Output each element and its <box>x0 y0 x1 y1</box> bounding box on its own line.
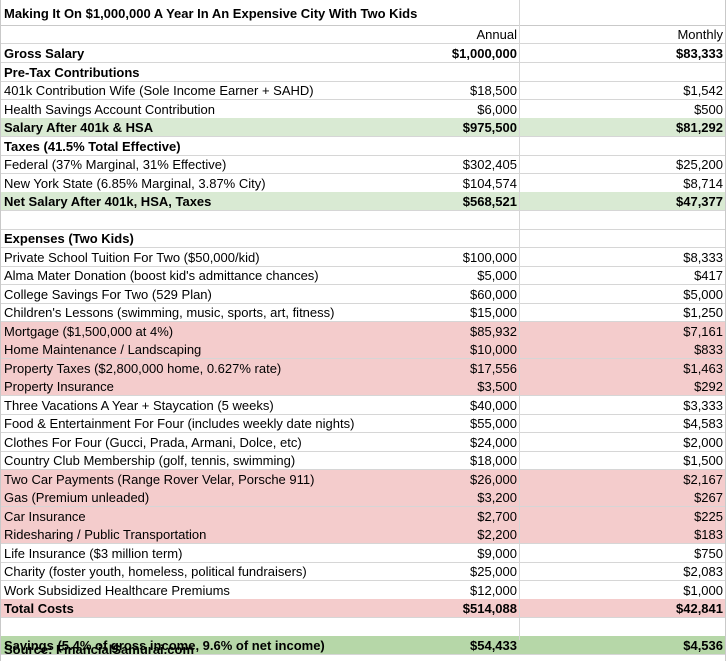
monthly-value: $1,542 <box>683 82 723 98</box>
table-row: Clothes For Four (Gucci, Prada, Armani, … <box>0 433 726 452</box>
table-row: Health Savings Account Contribution $6,00… <box>0 100 726 119</box>
table-row: Gross Salary $1,000,000 $83,333 <box>0 44 726 63</box>
row-label: Taxes (41.5% Total Effective) <box>4 138 181 154</box>
table-row: Food & Entertainment For Four (includes … <box>0 414 726 433</box>
monthly-value: $47,377 <box>676 193 723 209</box>
monthly-value: $7,161 <box>683 323 723 339</box>
table-row: Mortgage ($1,500,000 at 4%) $85,932 $7,161 <box>0 322 726 341</box>
annual-value: $1,000,000 <box>451 45 517 61</box>
annual-value: $24,000 <box>470 434 517 450</box>
row-label: Pre-Tax Contributions <box>4 64 140 80</box>
monthly-value: $267 <box>694 489 723 505</box>
monthly-value: $500 <box>694 101 723 117</box>
monthly-value: $4,536 <box>683 637 723 653</box>
table-row: Three Vacations A Year + Staycation (5 w… <box>0 396 726 415</box>
table-row: Federal (37% Marginal, 31% Effective) $30… <box>0 155 726 174</box>
monthly-value: $183 <box>694 526 723 542</box>
annual-value: $10,000 <box>470 341 517 357</box>
monthly-value: $750 <box>694 545 723 561</box>
annual-value: $60,000 <box>470 286 517 302</box>
header-row: Annual Monthly <box>0 26 726 44</box>
title-row: Making It On $1,000,000 A Year In An Exp… <box>0 0 726 26</box>
table-row: Life Insurance ($3 million term) $9,000 $7… <box>0 544 726 563</box>
table-row <box>0 618 726 637</box>
monthly-value: $2,083 <box>683 563 723 579</box>
annual-value: $12,000 <box>470 582 517 598</box>
annual-value: $2,200 <box>477 526 517 542</box>
monthly-value: $2,167 <box>683 471 723 487</box>
table-row: Children's Lessons (swimming, music, spo… <box>0 303 726 322</box>
annual-value: $25,000 <box>470 563 517 579</box>
monthly-value: $81,292 <box>676 119 723 135</box>
monthly-value: $25,200 <box>676 156 723 172</box>
annual-value: $15,000 <box>470 304 517 320</box>
annual-value: $17,556 <box>470 360 517 376</box>
table-row: Salary After 401k & HSA $975,500 $81,292 <box>0 118 726 137</box>
annual-value: $514,088 <box>462 600 517 616</box>
annual-value: $568,521 <box>462 193 517 209</box>
monthly-value: $8,714 <box>683 175 723 191</box>
table-row <box>0 211 726 230</box>
table-row: College Savings For Two (529 Plan) $60,00… <box>0 285 726 304</box>
table-row: Private School Tuition For Two ($50,000/… <box>0 248 726 267</box>
monthly-value: $1,500 <box>683 452 723 468</box>
monthly-value: $42,841 <box>676 600 723 616</box>
monthly-value: $2,000 <box>683 434 723 450</box>
table-row: Total Costs $514,088 $42,841 <box>0 599 726 618</box>
annual-value: $18,000 <box>470 452 517 468</box>
table-row: Ridesharing / Public Transportation $2,20… <box>0 525 726 544</box>
annual-value: $5,000 <box>477 267 517 283</box>
monthly-value: $3,333 <box>683 397 723 413</box>
annual-value: $9,000 <box>477 545 517 561</box>
annual-value: $104,574 <box>462 175 517 191</box>
header-annual: Annual <box>476 27 517 42</box>
monthly-value: $1,000 <box>683 582 723 598</box>
column-divider <box>519 0 520 640</box>
table-row: Property Insurance $3,500 $292 <box>0 377 726 396</box>
annual-value: $6,000 <box>477 101 517 117</box>
header-monthly: Monthly <box>677 27 723 42</box>
annual-value: $18,500 <box>470 82 517 98</box>
sheet-title: Making It On $1,000,000 A Year In An Exp… <box>4 6 418 21</box>
table-row: Expenses (Two Kids) <box>0 229 726 248</box>
table-row: Charity (foster youth, homeless, politic… <box>0 562 726 581</box>
monthly-value: $4,583 <box>683 415 723 431</box>
row-label: Expenses (Two Kids) <box>4 230 134 246</box>
source-credit: Source: FinancialSamurai.com <box>4 642 195 657</box>
annual-value: $302,405 <box>462 156 517 172</box>
table-row: Two Car Payments (Range Rover Velar, Por… <box>0 470 726 489</box>
monthly-value: $1,250 <box>683 304 723 320</box>
table-row: Country Club Membership (golf, tennis, s… <box>0 451 726 470</box>
annual-value: $100,000 <box>462 249 517 265</box>
annual-value: $3,200 <box>477 489 517 505</box>
table-row: New York State (6.85% Marginal, 3.87% Ci… <box>0 174 726 193</box>
monthly-value: $83,333 <box>676 45 723 61</box>
table-row: Home Maintenance / Landscaping $10,000 $83… <box>0 340 726 359</box>
monthly-value: $1,463 <box>683 360 723 376</box>
monthly-value: $833 <box>694 341 723 357</box>
table-row: Taxes (41.5% Total Effective) <box>0 137 726 156</box>
table-row: Net Salary After 401k, HSA, Taxes $568,52… <box>0 192 726 211</box>
table-row: Car Insurance $2,700 $225 <box>0 507 726 526</box>
table-row: Alma Mater Donation (boost kid's admitta… <box>0 266 726 285</box>
annual-value: $975,500 <box>462 119 517 135</box>
monthly-value: $417 <box>694 267 723 283</box>
table-row: Gas (Premium unleaded) $3,200 $267 <box>0 488 726 507</box>
monthly-value: $8,333 <box>683 249 723 265</box>
annual-value: $26,000 <box>470 471 517 487</box>
annual-value: $3,500 <box>477 378 517 394</box>
table-row: 401k Contribution Wife (Sole Income Earn… <box>0 81 726 100</box>
annual-value: $54,433 <box>470 637 517 653</box>
annual-value: $40,000 <box>470 397 517 413</box>
annual-value: $2,700 <box>477 508 517 524</box>
table-row: Pre-Tax Contributions <box>0 63 726 82</box>
spreadsheet: Making It On $1,000,000 A Year In An Exp… <box>0 0 728 663</box>
table-row: Property Taxes ($2,800,000 home, 0.627% … <box>0 359 726 378</box>
monthly-value: $5,000 <box>683 286 723 302</box>
monthly-value: $292 <box>694 378 723 394</box>
annual-value: $55,000 <box>470 415 517 431</box>
annual-value: $85,932 <box>470 323 517 339</box>
monthly-value: $225 <box>694 508 723 524</box>
table-row: Work Subsidized Healthcare Premiums $12,0… <box>0 581 726 600</box>
